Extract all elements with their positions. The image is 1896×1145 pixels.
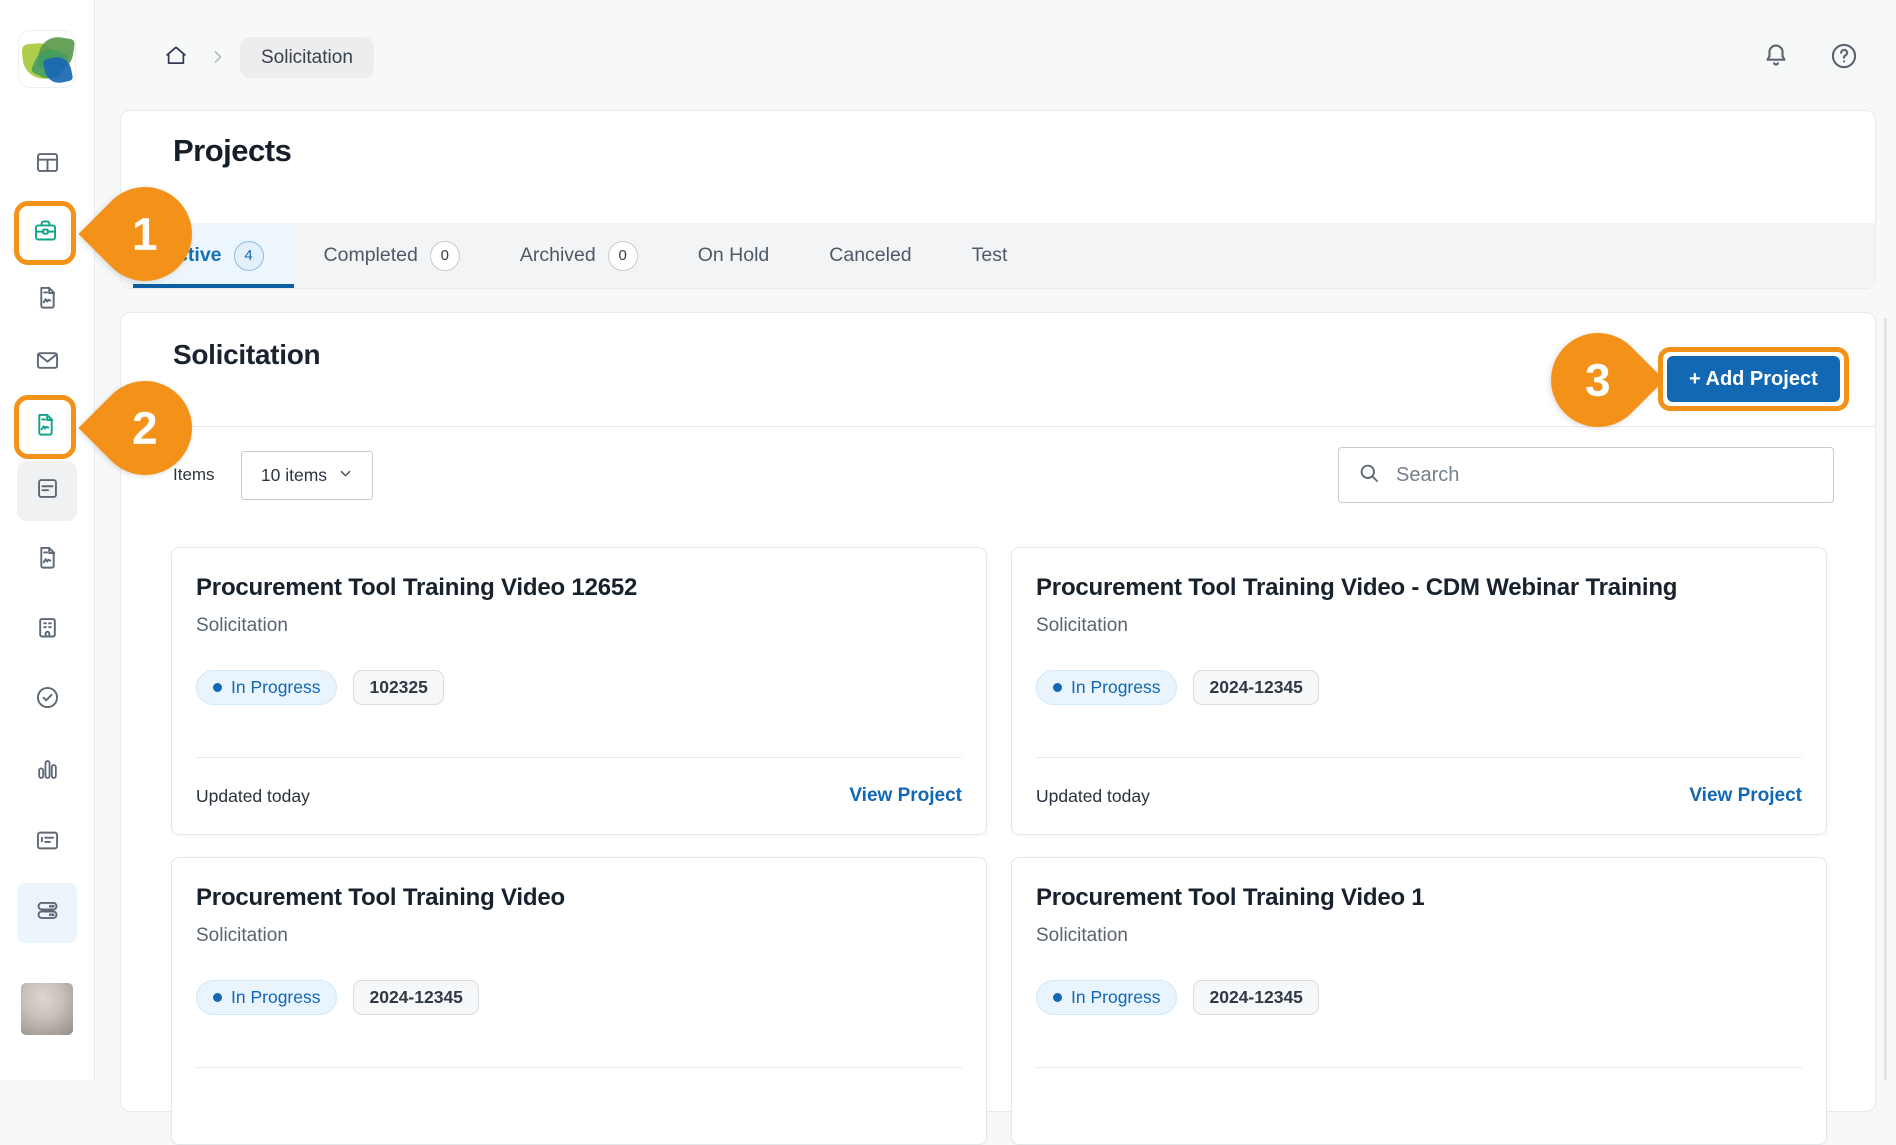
sidebar-item-notes[interactable] bbox=[17, 461, 77, 521]
sidebar-item-projects-highlighted[interactable] bbox=[14, 201, 76, 265]
sidebar-item-forms[interactable] bbox=[19, 815, 75, 871]
app-logo[interactable] bbox=[18, 30, 76, 88]
tab-test[interactable]: Test bbox=[942, 223, 1038, 288]
mail-icon bbox=[34, 347, 61, 379]
report-file-icon bbox=[34, 544, 61, 576]
scrollbar[interactable] bbox=[1884, 318, 1887, 1080]
project-card: Procurement Tool Training Video Solicita… bbox=[171, 857, 987, 1145]
chevron-down-icon bbox=[338, 465, 353, 486]
updated-text: Updated today bbox=[196, 786, 310, 807]
building-icon bbox=[34, 614, 61, 646]
sidebar-item-organizations[interactable] bbox=[19, 602, 75, 658]
report-file-icon bbox=[34, 284, 61, 316]
status-dot-icon bbox=[213, 683, 222, 692]
project-card: Procurement Tool Training Video 1 Solici… bbox=[1011, 857, 1827, 1145]
solicitation-panel: Solicitation + Add Project Items 10 item… bbox=[120, 312, 1876, 1112]
user-avatar[interactable] bbox=[21, 983, 73, 1035]
tab-completed[interactable]: Completed 0 bbox=[294, 223, 490, 288]
chevron-right-icon bbox=[208, 47, 228, 67]
project-title: Procurement Tool Training Video - CDM We… bbox=[1036, 574, 1802, 602]
search-input[interactable] bbox=[1396, 464, 1815, 487]
status-badge: In Progress bbox=[1036, 980, 1177, 1015]
project-title: Procurement Tool Training Video bbox=[196, 884, 962, 912]
sidebar-item-documents[interactable] bbox=[19, 532, 75, 588]
status-dot-icon bbox=[213, 993, 222, 1002]
project-card: Procurement Tool Training Video - CDM We… bbox=[1011, 547, 1827, 835]
check-circle-icon bbox=[34, 684, 61, 716]
project-type: Solicitation bbox=[1036, 925, 1802, 947]
project-type: Solicitation bbox=[1036, 615, 1802, 637]
project-code-badge: 2024-12345 bbox=[353, 980, 478, 1015]
tab-label: Completed bbox=[324, 244, 418, 267]
tab-count-badge: 0 bbox=[430, 241, 460, 271]
status-badge: In Progress bbox=[196, 670, 337, 705]
section-divider bbox=[121, 426, 1875, 427]
sidebar-item-approvals[interactable] bbox=[19, 672, 75, 728]
view-project-link[interactable]: View Project bbox=[849, 785, 962, 807]
status-badge: In Progress bbox=[196, 980, 337, 1015]
status-badge: In Progress bbox=[1036, 670, 1177, 705]
search-icon bbox=[1357, 461, 1381, 490]
bar-chart-icon bbox=[34, 756, 61, 788]
status-dot-icon bbox=[1053, 993, 1062, 1002]
section-title: Solicitation bbox=[173, 339, 320, 371]
bell-icon[interactable] bbox=[1760, 40, 1792, 72]
items-per-page-select[interactable]: 10 items bbox=[241, 451, 373, 500]
status-dot-icon bbox=[1053, 683, 1062, 692]
project-title: Procurement Tool Training Video 12652 bbox=[196, 574, 962, 602]
project-code-badge: 2024-12345 bbox=[1193, 980, 1318, 1015]
tab-canceled[interactable]: Canceled bbox=[799, 223, 941, 288]
add-project-highlight-box: + Add Project bbox=[1658, 347, 1849, 411]
sidebar-item-mail[interactable] bbox=[19, 335, 75, 391]
items-per-page-value: 10 items bbox=[261, 465, 327, 486]
search-box bbox=[1338, 447, 1834, 503]
add-project-button[interactable]: + Add Project bbox=[1667, 356, 1840, 402]
project-card: Procurement Tool Training Video 12652 So… bbox=[171, 547, 987, 835]
projects-panel: Projects Active 4 Completed 0 Archived 0… bbox=[120, 110, 1876, 289]
page-title: Projects bbox=[173, 133, 291, 169]
sidebar-item-dashboard[interactable] bbox=[19, 137, 75, 193]
project-code-badge: 102325 bbox=[353, 670, 443, 705]
tab-archived[interactable]: Archived 0 bbox=[490, 223, 668, 288]
form-card-icon bbox=[34, 827, 61, 859]
project-code-badge: 2024-12345 bbox=[1193, 670, 1318, 705]
status-label: In Progress bbox=[1071, 987, 1160, 1008]
sidebar-item-reports[interactable] bbox=[19, 272, 75, 328]
annotation-number: 3 bbox=[1585, 353, 1611, 407]
projects-tabs: Active 4 Completed 0 Archived 0 On Hold … bbox=[121, 223, 1875, 288]
project-cards-grid: Procurement Tool Training Video 12652 So… bbox=[171, 547, 1827, 1145]
tab-on-hold[interactable]: On Hold bbox=[668, 223, 800, 288]
notes-icon bbox=[34, 475, 61, 507]
breadcrumb-label: Solicitation bbox=[261, 47, 353, 69]
tab-count-badge: 0 bbox=[608, 241, 638, 271]
help-icon[interactable] bbox=[1828, 40, 1860, 72]
tab-label: On Hold bbox=[698, 244, 770, 267]
annotation-number: 1 bbox=[132, 207, 158, 261]
items-label: Items bbox=[173, 465, 215, 485]
sidebar-item-analytics[interactable] bbox=[19, 744, 75, 800]
updated-text: Updated today bbox=[1036, 786, 1150, 807]
sidebar-item-solicitation-highlighted[interactable] bbox=[14, 395, 76, 459]
status-label: In Progress bbox=[1071, 677, 1160, 698]
status-label: In Progress bbox=[231, 987, 320, 1008]
tab-count-badge: 4 bbox=[234, 241, 264, 271]
project-title: Procurement Tool Training Video 1 bbox=[1036, 884, 1802, 912]
annotation-number: 2 bbox=[132, 401, 158, 455]
sidebar bbox=[0, 0, 95, 1080]
status-label: In Progress bbox=[231, 677, 320, 698]
breadcrumb-current[interactable]: Solicitation bbox=[240, 37, 374, 78]
project-type: Solicitation bbox=[196, 925, 962, 947]
project-type: Solicitation bbox=[196, 615, 962, 637]
tab-label: Archived bbox=[520, 244, 596, 267]
home-icon[interactable] bbox=[163, 43, 189, 69]
briefcase-icon bbox=[32, 217, 59, 249]
dashboard-icon bbox=[34, 149, 61, 181]
sidebar-item-data[interactable] bbox=[17, 883, 77, 943]
document-report-icon bbox=[32, 411, 59, 443]
view-project-link[interactable]: View Project bbox=[1689, 785, 1802, 807]
server-icon bbox=[34, 897, 61, 929]
tab-label: Test bbox=[972, 244, 1008, 267]
tab-label: Canceled bbox=[829, 244, 911, 267]
